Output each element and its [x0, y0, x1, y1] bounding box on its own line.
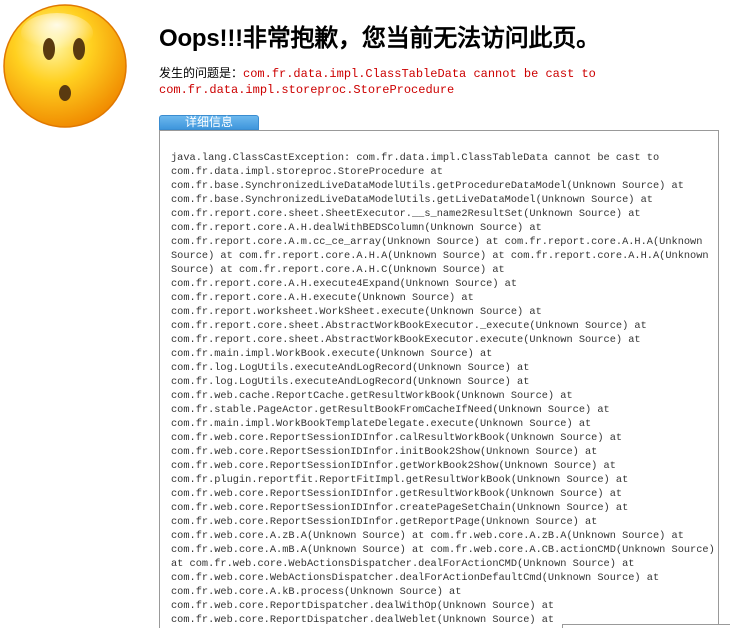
stack-trace-line: com.fr.report.core.A.H.dealWithBEDSColum…	[171, 222, 542, 234]
stack-trace-line: com.fr.web.cache.ReportCache.getResultWo…	[171, 390, 573, 402]
stack-trace-line: com.fr.web.core.A.mB.A(Unknown Source) a…	[171, 544, 715, 556]
stack-trace-line: com.fr.report.worksheet.WorkSheet.execut…	[171, 306, 542, 318]
stack-trace-line: com.fr.web.core.A.zB.A(Unknown Source) a…	[171, 530, 684, 542]
stack-trace-line: com.fr.main.impl.WorkBook.execute(Unknow…	[171, 348, 493, 360]
stack-trace-line: com.fr.web.core.ReportSessionIDInfor.get…	[171, 488, 623, 500]
problem-message-line1: com.fr.data.impl.ClassTableData cannot b…	[243, 67, 596, 81]
stack-trace-line: com.fr.stable.PageActor.getResultBookFro…	[171, 404, 610, 416]
stack-trace-line: com.fr.log.LogUtils.executeAndLogRecord(…	[171, 362, 530, 374]
stack-trace-line: com.fr.main.impl.WorkBookTemplateDelegat…	[171, 418, 592, 430]
stack-trace-line: com.fr.web.core.ReportSessionIDInfor.cal…	[171, 432, 623, 444]
stack-trace-line: Source) at com.fr.report.core.A.H.A(Unkn…	[171, 250, 709, 262]
stack-trace-line: Source) at com.fr.report.core.A.H.C(Unkn…	[171, 264, 505, 276]
problem-message-line2: com.fr.data.impl.storeproc.StoreProcedur…	[159, 83, 455, 97]
stack-trace-line: com.fr.report.core.A.H.execute(Unknown S…	[171, 292, 474, 304]
sad-face-icon	[1, 3, 129, 129]
stack-trace-line: at com.fr.web.core.WebActionsDispatcher.…	[171, 558, 635, 570]
page-title: Oops!!!非常抱歉，您当前无法访问此页。	[159, 25, 600, 52]
stack-trace-line: com.fr.report.core.A.H.execute4Expand(Un…	[171, 278, 518, 290]
stack-trace-line: com.fr.data.impl.storeproc.StoreProcedur…	[171, 166, 443, 178]
stack-trace-line: com.fr.web.core.ReportSessionIDInfor.ini…	[171, 446, 598, 458]
stack-trace-panel[interactable]: java.lang.ClassCastException: com.fr.dat…	[159, 130, 719, 628]
stack-trace-line: com.fr.web.core.A.kB.process(Unknown Sou…	[171, 586, 462, 598]
stack-trace-line: com.fr.web.core.ReportDispatcher.dealWit…	[171, 600, 555, 612]
overlay-box	[562, 624, 730, 628]
stack-trace-line: com.fr.report.core.sheet.AbstractWorkBoo…	[171, 320, 647, 332]
stack-trace-line: com.fr.report.core.sheet.AbstractWorkBoo…	[171, 334, 641, 346]
stack-trace-line: com.fr.plugin.reportfit.ReportFitImpl.ge…	[171, 474, 629, 486]
stack-trace-line: com.fr.log.LogUtils.executeAndLogRecord(…	[171, 376, 530, 388]
stack-trace-line: com.fr.web.core.WebActionsDispatcher.dea…	[171, 572, 660, 584]
details-button[interactable]: 详细信息	[159, 115, 259, 130]
stack-trace-line: com.fr.base.SynchronizedLiveDataModelUti…	[171, 180, 684, 192]
stack-trace-text: java.lang.ClassCastException: com.fr.dat…	[171, 151, 715, 627]
stack-trace-line: com.fr.web.core.ReportSessionIDInfor.cre…	[171, 502, 629, 514]
problem-label: 发生的问题是：	[159, 66, 244, 80]
error-message: 发生的问题是：com.fr.data.impl.ClassTableData c…	[159, 66, 719, 98]
stack-trace-line: com.fr.web.core.ReportSessionIDInfor.get…	[171, 460, 616, 472]
stack-trace-line: java.lang.ClassCastException: com.fr.dat…	[171, 152, 660, 164]
stack-trace-line: com.fr.report.core.A.m.cc_ce_array(Unkno…	[171, 236, 703, 248]
stack-trace-line: com.fr.base.SynchronizedLiveDataModelUti…	[171, 194, 653, 206]
stack-trace-line: com.fr.report.core.sheet.SheetExecutor._…	[171, 208, 641, 220]
stack-trace-line: com.fr.web.core.ReportSessionIDInfor.get…	[171, 516, 598, 528]
